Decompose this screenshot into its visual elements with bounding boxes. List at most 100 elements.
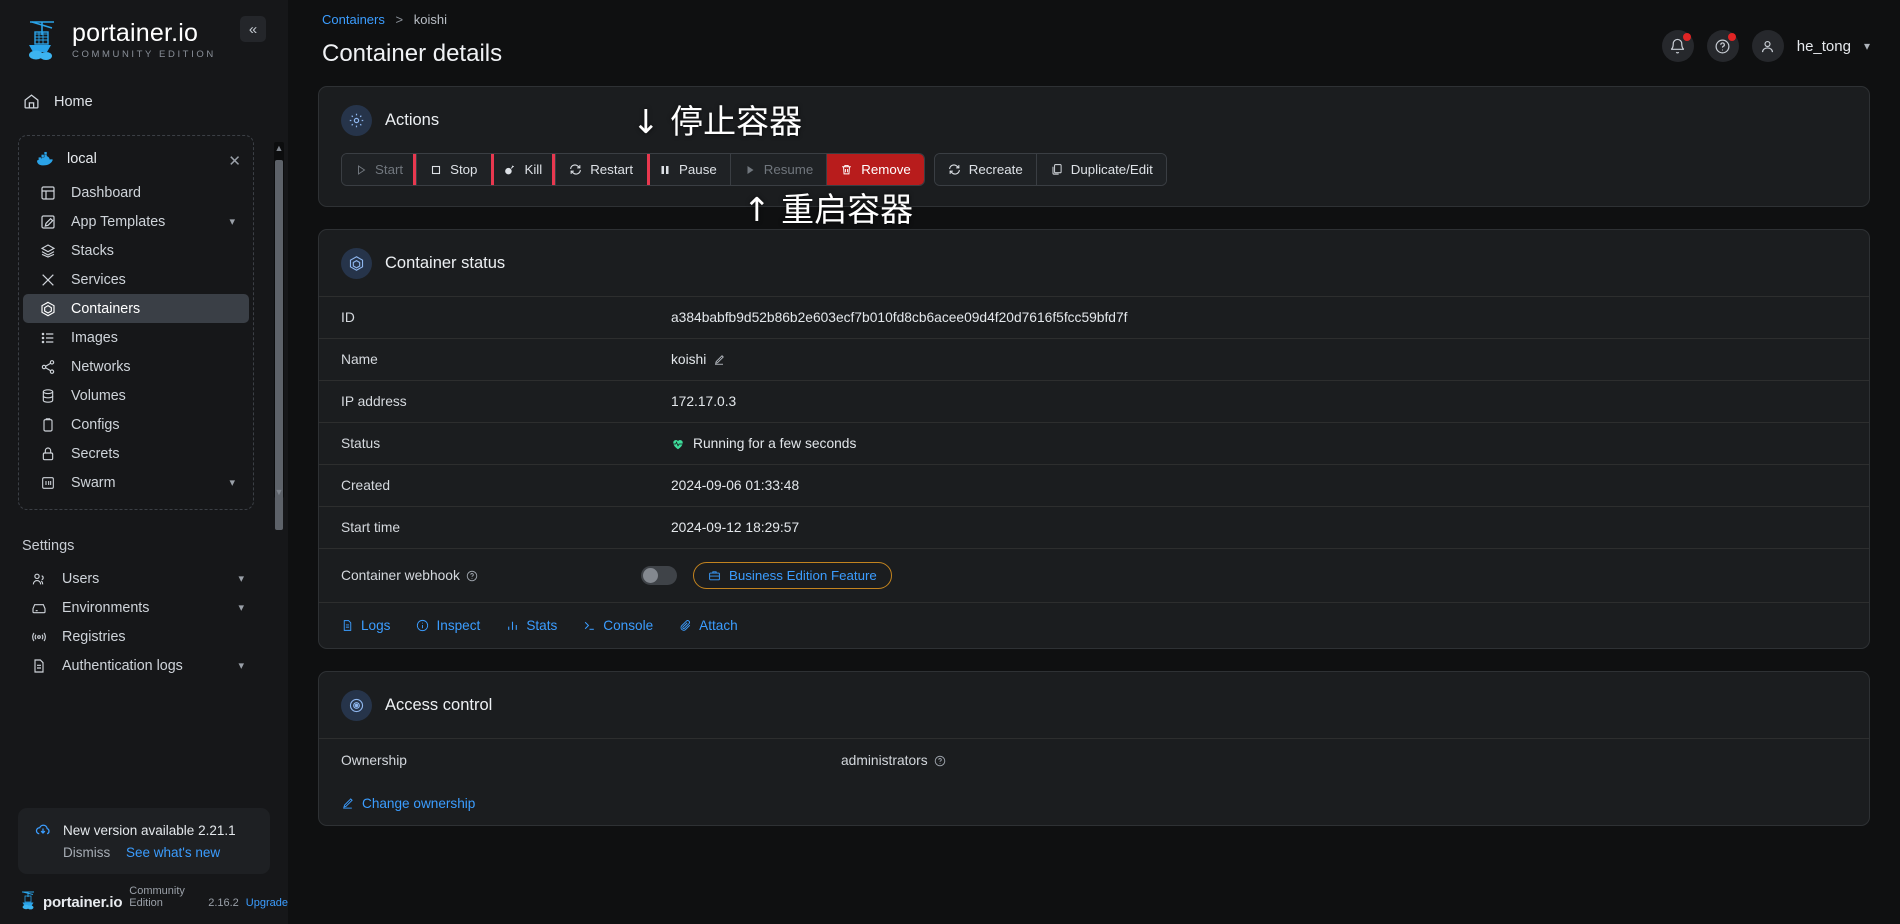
sidebar-item-users[interactable]: Users ▾ [14,564,258,593]
sidebar-item-authentication-logs[interactable]: Authentication logs ▾ [14,651,258,680]
change-ownership-link[interactable]: Change ownership [319,782,1869,825]
access-control-title: Access control [385,696,492,715]
sidebar-item-app-templates[interactable]: App Templates ▾ [23,207,249,236]
logs-link[interactable]: Logs [341,618,390,633]
sidebar-item-environments[interactable]: Environments ▾ [14,593,258,622]
restart-button-highlight: Restart [556,154,646,185]
heartbeat-icon [671,437,685,451]
sidebar-item-environments-label: Environments [62,600,149,616]
trash-icon [840,163,853,176]
chevron-down-icon[interactable]: ▾ [238,601,244,614]
brand-subtitle: COMMUNITY EDITION [72,50,216,60]
restart-button-label: Restart [590,162,633,177]
stats-link[interactable]: Stats [506,618,557,633]
edit-icon[interactable] [713,354,725,366]
dashboard-icon [39,185,57,201]
copy-icon [1050,163,1063,176]
sidebar-item-home[interactable]: Home [22,86,272,117]
sidebar-item-secrets[interactable]: Secrets [23,439,249,468]
restart-button[interactable]: Restart [556,154,646,185]
sidebar-item-configs[interactable]: Configs [23,410,249,439]
inspect-link[interactable]: Inspect [416,618,480,633]
images-icon [39,330,57,346]
sidebar-item-networks[interactable]: Networks [23,352,249,381]
stacks-icon [39,243,57,259]
sidebar-scrollbar[interactable] [274,142,284,498]
stop-button[interactable]: Stop [417,154,490,185]
sidebar-item-stacks-label: Stacks [71,243,114,259]
table-row: Created 2024-09-06 01:33:48 [319,464,1869,506]
duplicate-edit-button-label: Duplicate/Edit [1071,162,1153,177]
remove-button[interactable]: Remove [827,154,924,185]
chevron-down-icon[interactable]: ▾ [229,215,235,228]
bell-icon[interactable] [1662,30,1694,62]
row-label-start-time: Start time [341,520,671,535]
chevron-down-icon[interactable]: ▾ [238,659,244,672]
sidebar-item-volumes[interactable]: Volumes [23,381,249,410]
ownership-row: Ownership administrators [319,738,1869,782]
resume-button[interactable]: Resume [731,154,828,185]
console-link[interactable]: Console [583,618,653,633]
sidebar-item-configs-label: Configs [71,417,119,433]
sidebar-item-swarm[interactable]: Swarm ▾ [23,468,249,497]
attach-link-label: Attach [699,618,738,633]
actions-card-header: Actions [319,87,1869,153]
play-icon [355,164,367,176]
recreate-button[interactable]: Recreate [935,154,1037,185]
chevrons-left-icon[interactable]: « [240,16,266,42]
close-icon[interactable]: ✕ [228,152,241,170]
sidebar-item-stacks[interactable]: Stacks [23,236,249,265]
sidebar-scrollbar-thumb[interactable] [275,160,283,530]
sidebar-item-dashboard[interactable]: Dashboard [23,178,249,207]
environment-name: local [67,151,97,167]
webhook-toggle[interactable] [641,566,677,585]
business-edition-feature-badge[interactable]: Business Edition Feature [693,562,892,589]
scroll-up-arrow-icon[interactable]: ▲ [274,142,284,154]
pause-button[interactable]: Pause [646,154,731,185]
breadcrumb-containers-link[interactable]: Containers [322,12,385,27]
help-circle-icon[interactable] [934,755,946,767]
sidebar-item-swarm-label: Swarm [71,475,115,491]
username-label[interactable]: he_tong [1797,38,1851,55]
duplicate-edit-button[interactable]: Duplicate/Edit [1037,154,1166,185]
scroll-down-arrow-icon[interactable]: ▼ [274,486,284,498]
dismiss-button[interactable]: Dismiss [63,845,110,860]
help-circle-icon[interactable] [1707,30,1739,62]
row-label-created: Created [341,478,671,493]
terminal-icon [583,619,596,632]
sidebar-item-registries-label: Registries [62,629,126,645]
user-avatar-icon[interactable] [1752,30,1784,62]
topbar-actions: he_tong ▾ [1662,30,1870,62]
upgrade-link[interactable]: Upgrade [246,897,288,909]
content-area: Actions Start [288,68,1900,826]
bell-notification-badge [1683,33,1691,41]
chevron-down-icon[interactable]: ▾ [238,572,244,585]
portainer-logo-icon [22,18,62,62]
environment-header[interactable]: local ✕ [19,146,253,172]
sidebar-item-registries[interactable]: Registries [14,622,258,651]
page-title: Container details [322,40,1866,68]
attach-link[interactable]: Attach [679,618,738,633]
sidebar-item-services[interactable]: Services [23,265,249,294]
kill-button[interactable]: Kill [490,154,556,185]
row-value-ip-address: 172.17.0.3 [671,394,736,409]
row-label-name: Name [341,352,671,367]
volumes-icon [39,388,57,404]
change-ownership-label: Change ownership [362,796,475,811]
sidebar-item-images[interactable]: Images [23,323,249,352]
table-row: Start time 2024-09-12 18:29:57 [319,506,1869,548]
sidebar-item-secrets-label: Secrets [71,446,119,462]
sidebar-item-networks-label: Networks [71,359,131,375]
bomb-icon [503,163,516,176]
portainer-app: portainer.io COMMUNITY EDITION « Home [0,0,1900,924]
start-button[interactable]: Start [342,154,417,185]
breadcrumb-current: koishi [414,12,447,27]
brand-title: portainer.io [72,21,216,46]
actions-button-row: Start Stop [319,153,1869,206]
table-row: Status Running for a few seconds [319,422,1869,464]
chevron-down-icon[interactable]: ▾ [229,476,235,489]
chevron-down-icon[interactable]: ▾ [1864,39,1870,53]
see-whats-new-link[interactable]: See what's new [126,845,220,860]
sidebar-item-containers[interactable]: Containers [23,294,249,323]
help-circle-icon[interactable] [466,570,478,582]
